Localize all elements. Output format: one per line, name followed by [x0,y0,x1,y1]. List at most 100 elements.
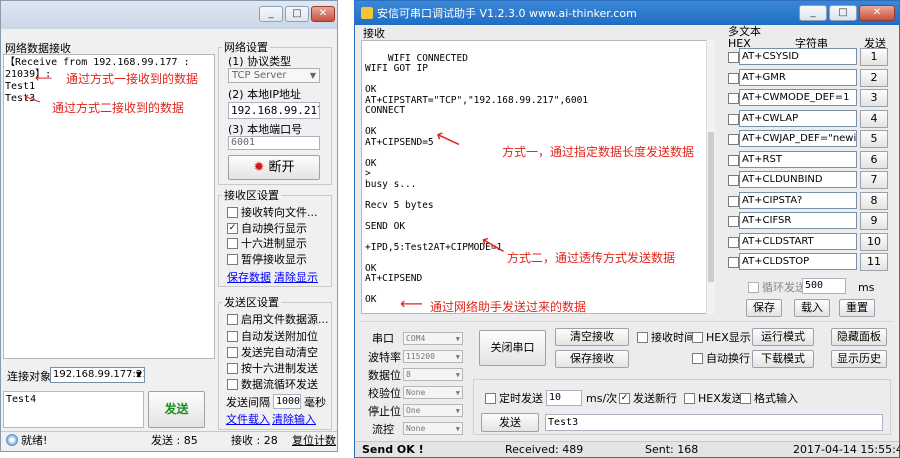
clear-recv-button[interactable]: 清空接收 [555,328,629,346]
multi-row-send-button[interactable]: 9 [860,212,888,230]
loop-interval-field[interactable]: 500 [802,278,846,294]
multi-row-text[interactable]: AT+CLDSTOP [739,253,857,270]
databits-select[interactable]: 8 ▼ [403,368,463,381]
send-button[interactable]: 发送 [148,391,205,428]
reset-count-link[interactable]: 复位计数 [292,433,336,449]
chevron-down-icon: ▼ [135,370,142,379]
auto-wrap-checkbox[interactable]: ✓ [227,223,238,234]
load-multi-button[interactable]: 载入 [794,299,830,317]
loop-send-checkbox[interactable] [227,379,238,390]
save-data-link[interactable]: 保存数据 [227,271,271,284]
send-input[interactable]: Test3 [545,414,883,431]
multi-row-send-button[interactable]: 11 [860,253,888,271]
multi-row-text[interactable]: AT+RST [739,151,857,168]
hex-display-checkbox[interactable] [692,332,703,343]
multi-row-send-button[interactable]: 5 [860,130,888,148]
save-multi-button[interactable]: 保存 [746,299,782,317]
port-value: COM4 [406,334,426,343]
send-text: Test4 [6,394,37,405]
multi-row-hex-checkbox[interactable] [728,134,739,145]
multi-row-text[interactable]: AT+CSYSID [739,48,857,65]
protocol-select[interactable]: TCP Server ▼ [228,68,320,83]
parity-select[interactable]: None ▼ [403,386,463,399]
pause-display-checkbox[interactable] [227,254,238,265]
send-newline-checkbox[interactable]: ✓ [619,393,630,404]
hex-send-checkbox[interactable] [227,363,238,374]
multi-row-text[interactable]: AT+CLDSTART [739,233,857,250]
timed-interval-field[interactable]: 10 [546,390,582,406]
databits-field-label: 数据位 [368,369,401,382]
multi-row-text[interactable]: AT+GMR [739,69,857,86]
auto-append-checkbox[interactable] [227,331,238,342]
baud-select[interactable]: 115200 ▼ [403,350,463,363]
hex-send-checkbox[interactable] [684,393,695,404]
file-load-link[interactable]: 文件载入 [226,413,270,426]
multi-row-text[interactable]: AT+CIFSR [739,212,857,229]
multi-row-send-button[interactable]: 6 [860,151,888,169]
target-select[interactable]: 192.168.99.177:210 ▼ [50,367,145,383]
stopbits-select[interactable]: One ▼ [403,404,463,417]
ip-field[interactable]: 192.168.99.217 [228,102,320,119]
close-button[interactable]: ✕ [859,5,895,21]
reset-multi-button[interactable]: 重置 [839,299,875,317]
send-textarea[interactable]: Test4 [3,391,144,428]
recv-to-file-checkbox[interactable] [227,207,238,218]
port-field[interactable]: 6001 [228,136,320,150]
status-recv: 接收 : 28 [231,434,278,447]
multi-row-send-button[interactable]: 8 [860,192,888,210]
multi-row-hex-checkbox[interactable] [728,216,739,227]
multi-row-hex-checkbox[interactable] [728,93,739,104]
multi-row-hex-checkbox[interactable] [728,52,739,63]
multi-row-text[interactable]: AT+CWLAP [739,110,857,127]
send-button[interactable]: 发送 [481,413,539,432]
multi-row-send-button[interactable]: 10 [860,233,888,251]
scrollbar-thumb[interactable] [708,132,714,282]
timed-send-checkbox[interactable] [485,393,496,404]
download-mode-button[interactable]: 下载模式 [752,350,814,368]
clear-display-link[interactable]: 清除显示 [274,271,318,284]
auto-clear-checkbox[interactable] [227,347,238,358]
multi-row-hex-checkbox[interactable] [728,257,739,268]
close-button[interactable]: ✕ [311,6,335,22]
stopbits-value: One [406,406,421,415]
multi-row-send-button[interactable]: 7 [860,171,888,189]
multi-row-hex-checkbox[interactable] [728,237,739,248]
parity-field-label: 校验位 [368,387,401,400]
clear-input-link[interactable]: 清除输入 [272,413,316,426]
multi-row-send-button[interactable]: 3 [860,89,888,107]
multi-row-hex-checkbox[interactable] [728,73,739,84]
run-mode-button[interactable]: 运行模式 [752,328,814,346]
multi-row-hex-checkbox[interactable] [728,175,739,186]
minimize-button[interactable]: _ [259,6,283,22]
save-recv-button[interactable]: 保存接收 [555,350,629,368]
multi-row-text[interactable]: AT+CIPSTA? [739,192,857,209]
loop-send-checkbox[interactable] [748,282,759,293]
format-input-checkbox[interactable] [740,393,751,404]
maximize-button[interactable]: □ [829,5,857,21]
hex-display-checkbox[interactable] [227,238,238,249]
multi-row-send-button[interactable]: 2 [860,69,888,87]
recv-time-checkbox[interactable] [637,332,648,343]
file-source-checkbox[interactable] [227,314,238,325]
multi-row-hex-checkbox[interactable] [728,114,739,125]
minimize-button[interactable]: _ [799,5,827,21]
auto-wrap-checkbox[interactable] [692,353,703,364]
app-icon [361,7,373,19]
recv-textarea[interactable]: WIFI CONNECTED WIFI GOT IP OK AT+CIPSTAR… [361,40,713,314]
multi-row-hex-checkbox[interactable] [728,155,739,166]
multi-row-text[interactable]: AT+CWMODE_DEF=1 [739,89,857,106]
multi-row-send-button[interactable]: 1 [860,48,888,66]
port-select[interactable]: COM4 ▼ [403,332,463,345]
hide-panel-button[interactable]: 隐藏面板 [831,328,887,346]
multi-row-text[interactable]: AT+CLDUNBIND [739,171,857,188]
multi-row-send-button[interactable]: 4 [860,110,888,128]
close-port-button[interactable]: 关闭串口 [479,330,546,366]
show-history-button[interactable]: 显示历史 [831,350,887,368]
flow-select[interactable]: None ▼ [403,422,463,435]
maximize-button[interactable]: □ [285,6,309,22]
disconnect-button[interactable]: ✹ 断开 [228,155,320,180]
recv-scrollbar[interactable] [706,40,715,314]
multi-row-text[interactable]: AT+CWJAP_DEF="newifi_ [739,130,857,147]
interval-field[interactable]: 1000 [273,394,301,409]
multi-row-hex-checkbox[interactable] [728,196,739,207]
